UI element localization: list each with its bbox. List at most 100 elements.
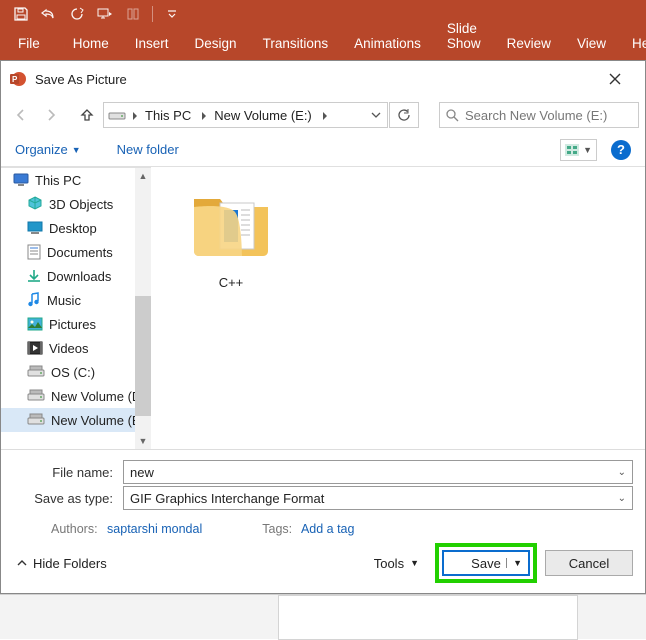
drive-icon [108, 108, 126, 122]
cancel-button[interactable]: Cancel [545, 550, 633, 576]
tab-help[interactable]: Help [619, 29, 646, 60]
qat-disabled-icon [122, 3, 144, 25]
search-placeholder: Search New Volume (E:) [465, 108, 607, 123]
save-button[interactable]: Save ▼ [442, 550, 530, 576]
qat-customize-icon[interactable] [161, 3, 183, 25]
save-as-dialog: P Save As Picture This PC New Volume (E:… [0, 60, 646, 594]
close-icon[interactable] [609, 73, 637, 85]
tree-item[interactable]: This PC [1, 168, 151, 192]
chevron-down-icon[interactable]: ▼ [506, 558, 522, 568]
folder-content[interactable]: C++ [151, 167, 645, 449]
breadcrumb-current[interactable]: New Volume (E:) [210, 106, 316, 125]
tree-item[interactable]: New Volume (D:) [1, 384, 151, 408]
tab-transitions[interactable]: Transitions [250, 29, 342, 60]
powerpoint-icon: P [9, 70, 27, 88]
tree-item-label: Desktop [49, 221, 97, 236]
svg-text:P: P [12, 75, 18, 84]
chevron-down-icon[interactable]: ⌄ [618, 467, 626, 478]
redo-icon[interactable] [66, 3, 88, 25]
tree-item-label: OS (C:) [51, 365, 95, 380]
tree-item[interactable]: OS (C:) [1, 360, 151, 384]
drive-icon [27, 389, 45, 403]
slide-fragment [278, 595, 578, 640]
tab-slideshow[interactable]: Slide Show [434, 14, 494, 60]
dialog-bottom: File name: new ⌄ Save as type: GIF Graph… [1, 449, 645, 593]
refresh-icon[interactable] [389, 102, 419, 128]
authors-label: Authors: [51, 522, 98, 536]
tree-item[interactable]: Pictures [1, 312, 151, 336]
tree-item[interactable]: 3D Objects [1, 192, 151, 216]
authors-value[interactable]: saptarshi mondal [107, 522, 202, 536]
tab-design[interactable]: Design [182, 29, 250, 60]
back-icon[interactable] [7, 101, 35, 129]
desktop-icon [27, 221, 43, 235]
hide-folders-button[interactable]: Hide Folders [17, 556, 107, 571]
tab-review[interactable]: Review [494, 29, 564, 60]
3d-icon [27, 196, 43, 212]
chevron-down-icon[interactable]: ⌄ [618, 493, 626, 504]
tree-item[interactable]: Desktop [1, 216, 151, 240]
ribbon-tabs: File Home Insert Design Transitions Anim… [0, 27, 646, 60]
tree-item[interactable]: Videos [1, 336, 151, 360]
drive-icon [27, 413, 45, 427]
tree-item[interactable]: Downloads [1, 264, 151, 288]
filename-field[interactable]: new ⌄ [123, 460, 633, 484]
docs-icon [27, 244, 41, 260]
filename-value: new [130, 465, 154, 480]
up-icon[interactable] [73, 101, 101, 129]
chevron-right-icon[interactable] [320, 108, 327, 123]
filetype-value: GIF Graphics Interchange Format [130, 491, 324, 506]
tree-item-label: Music [47, 293, 81, 308]
filetype-label: Save as type: [13, 491, 113, 506]
list-item-label: C++ [171, 275, 291, 290]
dialog-titlebar: P Save As Picture [1, 61, 645, 97]
undo-icon[interactable] [38, 3, 60, 25]
tree-item-label: Videos [49, 341, 89, 356]
music-icon [27, 292, 41, 308]
new-folder-button[interactable]: New folder [117, 142, 179, 157]
pictures-icon [27, 317, 43, 331]
tab-file[interactable]: File [6, 29, 60, 60]
tree-item-label: Documents [47, 245, 113, 260]
save-button-highlight: Save ▼ [435, 543, 537, 583]
forward-icon[interactable] [37, 101, 65, 129]
help-icon[interactable]: ? [611, 140, 631, 160]
save-icon[interactable] [10, 3, 32, 25]
tab-animations[interactable]: Animations [341, 29, 434, 60]
tree-item[interactable]: Documents [1, 240, 151, 264]
tools-menu[interactable]: Tools▼ [374, 556, 419, 571]
tags-value[interactable]: Add a tag [301, 522, 355, 536]
filename-label: File name: [13, 465, 113, 480]
scroll-up-icon[interactable]: ▲ [135, 168, 151, 184]
search-input[interactable]: Search New Volume (E:) [439, 102, 639, 128]
folder-tree: This PC 3D Objects Desktop Documents Downloa… [1, 167, 151, 449]
search-icon [446, 109, 459, 122]
list-item[interactable]: C++ [171, 177, 291, 290]
dialog-nav: This PC New Volume (E:) Search New Volum… [1, 97, 645, 133]
tree-item-label: Downloads [47, 269, 111, 284]
address-bar[interactable]: This PC New Volume (E:) [103, 102, 388, 128]
dialog-title: Save As Picture [35, 72, 609, 87]
organize-menu[interactable]: Organize▼ [15, 142, 81, 157]
tree-item-label: New Volume (E:) [51, 413, 149, 428]
tree-item-label: 3D Objects [49, 197, 113, 212]
tab-home[interactable]: Home [60, 29, 122, 60]
tree-item-label: Pictures [49, 317, 96, 332]
breadcrumb-root[interactable]: This PC [141, 106, 195, 125]
tree-item[interactable]: New Volume (E:) [1, 408, 151, 432]
tree-item[interactable]: Music [1, 288, 151, 312]
chevron-right-icon[interactable] [130, 108, 137, 123]
view-mode-button[interactable]: ▼ [560, 139, 597, 161]
downloads-icon [27, 269, 41, 283]
filetype-field[interactable]: GIF Graphics Interchange Format ⌄ [123, 486, 633, 510]
chevron-right-icon[interactable] [199, 108, 206, 123]
tab-insert[interactable]: Insert [122, 29, 182, 60]
start-from-beginning-icon[interactable] [94, 3, 116, 25]
scroll-down-icon[interactable]: ▼ [135, 433, 151, 449]
pc-icon [13, 173, 29, 187]
chevron-down-icon[interactable] [371, 110, 381, 120]
scroll-thumb[interactable] [135, 296, 151, 416]
tags-label: Tags: [262, 522, 292, 536]
tab-view[interactable]: View [564, 29, 619, 60]
videos-icon [27, 341, 43, 355]
